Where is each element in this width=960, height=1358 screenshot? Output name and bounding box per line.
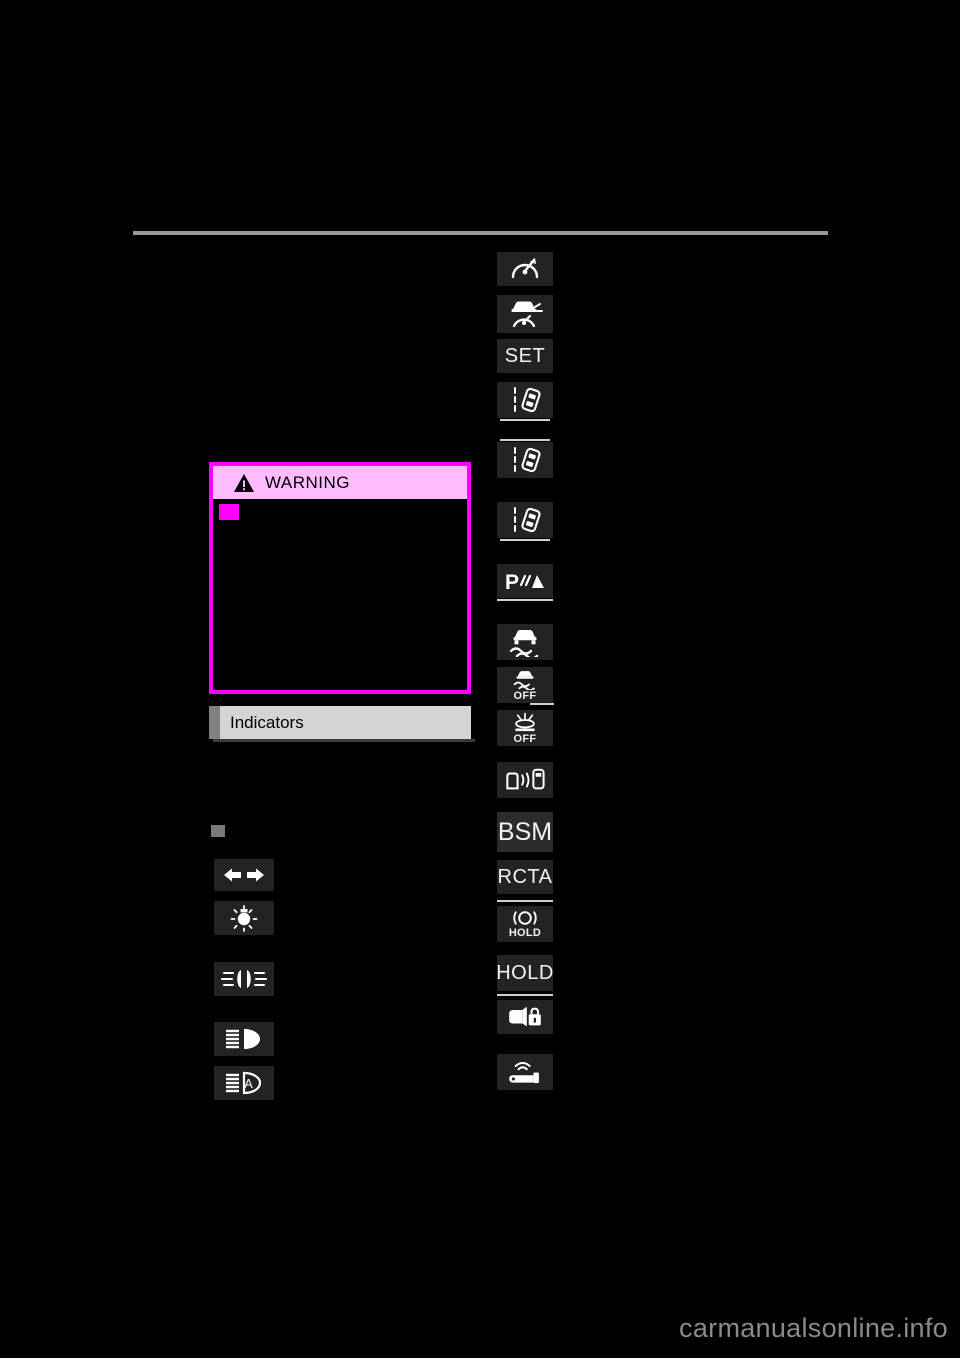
header-rule	[133, 231, 828, 235]
automatic-high-beam-icon: A	[226, 1071, 262, 1095]
svg-text:A: A	[244, 1077, 253, 1091]
hold-text-icon: HOLD	[496, 962, 554, 984]
high-beam-indicator	[214, 1022, 274, 1056]
parking-sonar-icon: P	[505, 571, 544, 593]
steering-lock-indicator	[497, 1000, 553, 1034]
warning-triangle-icon	[234, 473, 254, 492]
lane-departure-alert-indicator-2	[497, 442, 553, 478]
off-label: OFF	[513, 689, 537, 702]
lane-departure-alert-icon	[514, 447, 541, 473]
blind-spot-monitor-icon	[506, 768, 545, 790]
subsection-bullet	[211, 825, 225, 837]
warning-callout: WARNING	[209, 462, 471, 694]
svg-text:P: P	[505, 571, 519, 593]
off-label: OFF	[513, 732, 537, 745]
front-fog-light-indicator	[214, 962, 274, 996]
warning-title: WARNING	[265, 472, 351, 492]
lane-departure-alert-icon	[514, 507, 541, 533]
cruise-control-indicator	[497, 252, 553, 286]
manual-page: WARNING Indicators A SET P OFF OFF BSM R…	[0, 0, 960, 1358]
brake-hold-icon: HOLD	[509, 909, 541, 939]
front-fog-light-icon	[220, 970, 268, 988]
traction-control-off-indicator: OFF	[497, 710, 553, 746]
rcta-text-icon: RCTA	[497, 866, 553, 888]
bsm-text-indicator: BSM	[497, 812, 553, 852]
turn-signal-indicator	[214, 859, 274, 891]
lane-departure-alert-icon	[514, 387, 541, 413]
dynamic-radar-cruise-control-indicator	[497, 295, 553, 333]
brake-hold-indicator: HOLD	[497, 906, 553, 942]
tail-light-icon	[230, 905, 258, 932]
blind-spot-monitor-indicator	[497, 762, 553, 798]
skid-control-off-icon: OFF	[511, 669, 539, 702]
automatic-high-beam-indicator: A	[214, 1066, 274, 1100]
site-watermark: carmanualsonline.info	[679, 1313, 948, 1343]
steering-lock-icon	[509, 1006, 541, 1027]
tail-light-indicator	[214, 901, 274, 935]
skid-control-icon	[509, 630, 539, 657]
section-title: Indicators	[230, 712, 304, 732]
set-text-icon: SET	[504, 345, 546, 367]
smart-key-icon	[509, 1061, 539, 1084]
lane-departure-alert-indicator-1	[497, 382, 553, 418]
warning-header: WARNING	[213, 466, 467, 499]
high-beam-icon	[226, 1029, 260, 1049]
radar-cruise-control-icon	[511, 301, 543, 328]
hold-label: HOLD	[508, 927, 542, 939]
parking-assist-indicator: P	[497, 564, 553, 598]
warning-bullet	[219, 504, 239, 520]
vsc-off-indicator: OFF	[497, 667, 553, 703]
turn-signal-arrows-icon	[224, 868, 264, 882]
vsc-indicator	[497, 624, 553, 660]
traction-control-off-icon: OFF	[509, 712, 541, 745]
section-header-accent	[209, 706, 220, 739]
section-header-indicators: Indicators	[209, 706, 471, 739]
cruise-control-icon	[511, 258, 539, 279]
cruise-set-indicator: SET	[497, 339, 553, 373]
hold-text-indicator: HOLD	[496, 955, 554, 991]
rcta-text-indicator: RCTA	[497, 860, 553, 894]
smart-key-indicator	[497, 1054, 553, 1090]
section-header-shadow	[213, 739, 475, 742]
lane-departure-alert-indicator-3	[497, 502, 553, 538]
bsm-text-icon: BSM	[497, 817, 553, 846]
